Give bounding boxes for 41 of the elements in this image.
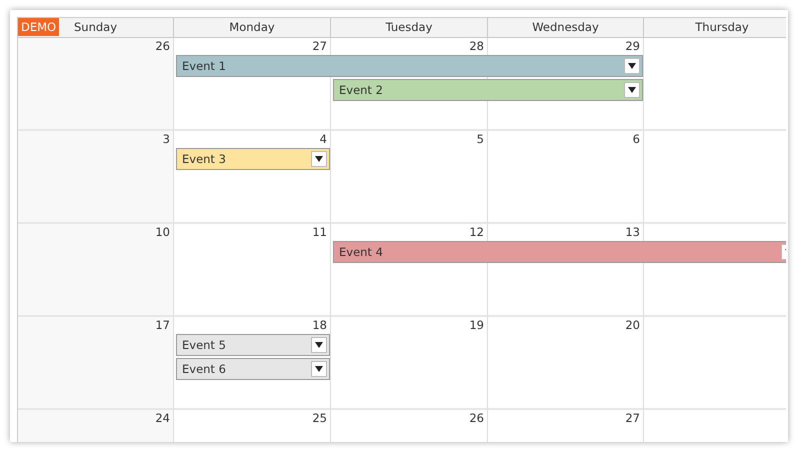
dropdown-button[interactable]: [311, 337, 327, 353]
date-number: 29: [625, 38, 641, 54]
caret-icon: [315, 156, 323, 162]
event-bar[interactable]: Event 1: [176, 55, 643, 77]
event-bar[interactable]: Event 4: [333, 241, 786, 263]
event-bar[interactable]: Event 5: [176, 334, 330, 356]
caret-icon: [315, 342, 323, 348]
dropdown-button[interactable]: [624, 58, 640, 74]
dropdown-button[interactable]: [624, 82, 640, 98]
date-number: 27: [625, 410, 641, 426]
day-header: Thursday: [644, 18, 786, 37]
date-number: 17: [155, 317, 171, 333]
date-number: 24: [155, 410, 171, 426]
date-number: 6: [632, 131, 641, 147]
date-number: 26: [155, 38, 171, 54]
date-number: 13: [625, 224, 641, 240]
date-number: 20: [625, 317, 641, 333]
date-number: 4: [320, 131, 328, 147]
date-number: 27: [312, 38, 328, 54]
caret-icon: [628, 63, 636, 69]
caret-icon: [315, 366, 323, 372]
date-number: 11: [312, 224, 328, 240]
date-number: 5: [476, 131, 485, 147]
caret-icon: [628, 87, 636, 93]
date-number: 19: [469, 317, 485, 333]
dropdown-button[interactable]: [311, 361, 327, 377]
date-number: 25: [312, 410, 328, 426]
day-header: Tuesday: [331, 18, 488, 37]
day-header: Wednesday: [488, 18, 644, 37]
day-header: Monday: [174, 18, 331, 37]
date-number: 18: [312, 317, 328, 333]
date-number: 10: [155, 224, 171, 240]
event-bar[interactable]: Event 2: [333, 79, 643, 101]
dropdown-button[interactable]: [311, 151, 327, 167]
date-number: 28: [469, 38, 485, 54]
demo-badge: DEMO: [18, 18, 60, 36]
event-bar[interactable]: Event 6: [176, 358, 330, 380]
event-bar[interactable]: Event 3: [176, 148, 330, 170]
date-number: 12: [469, 224, 485, 240]
date-number: 3: [162, 131, 171, 147]
date-number: 26: [469, 410, 485, 426]
